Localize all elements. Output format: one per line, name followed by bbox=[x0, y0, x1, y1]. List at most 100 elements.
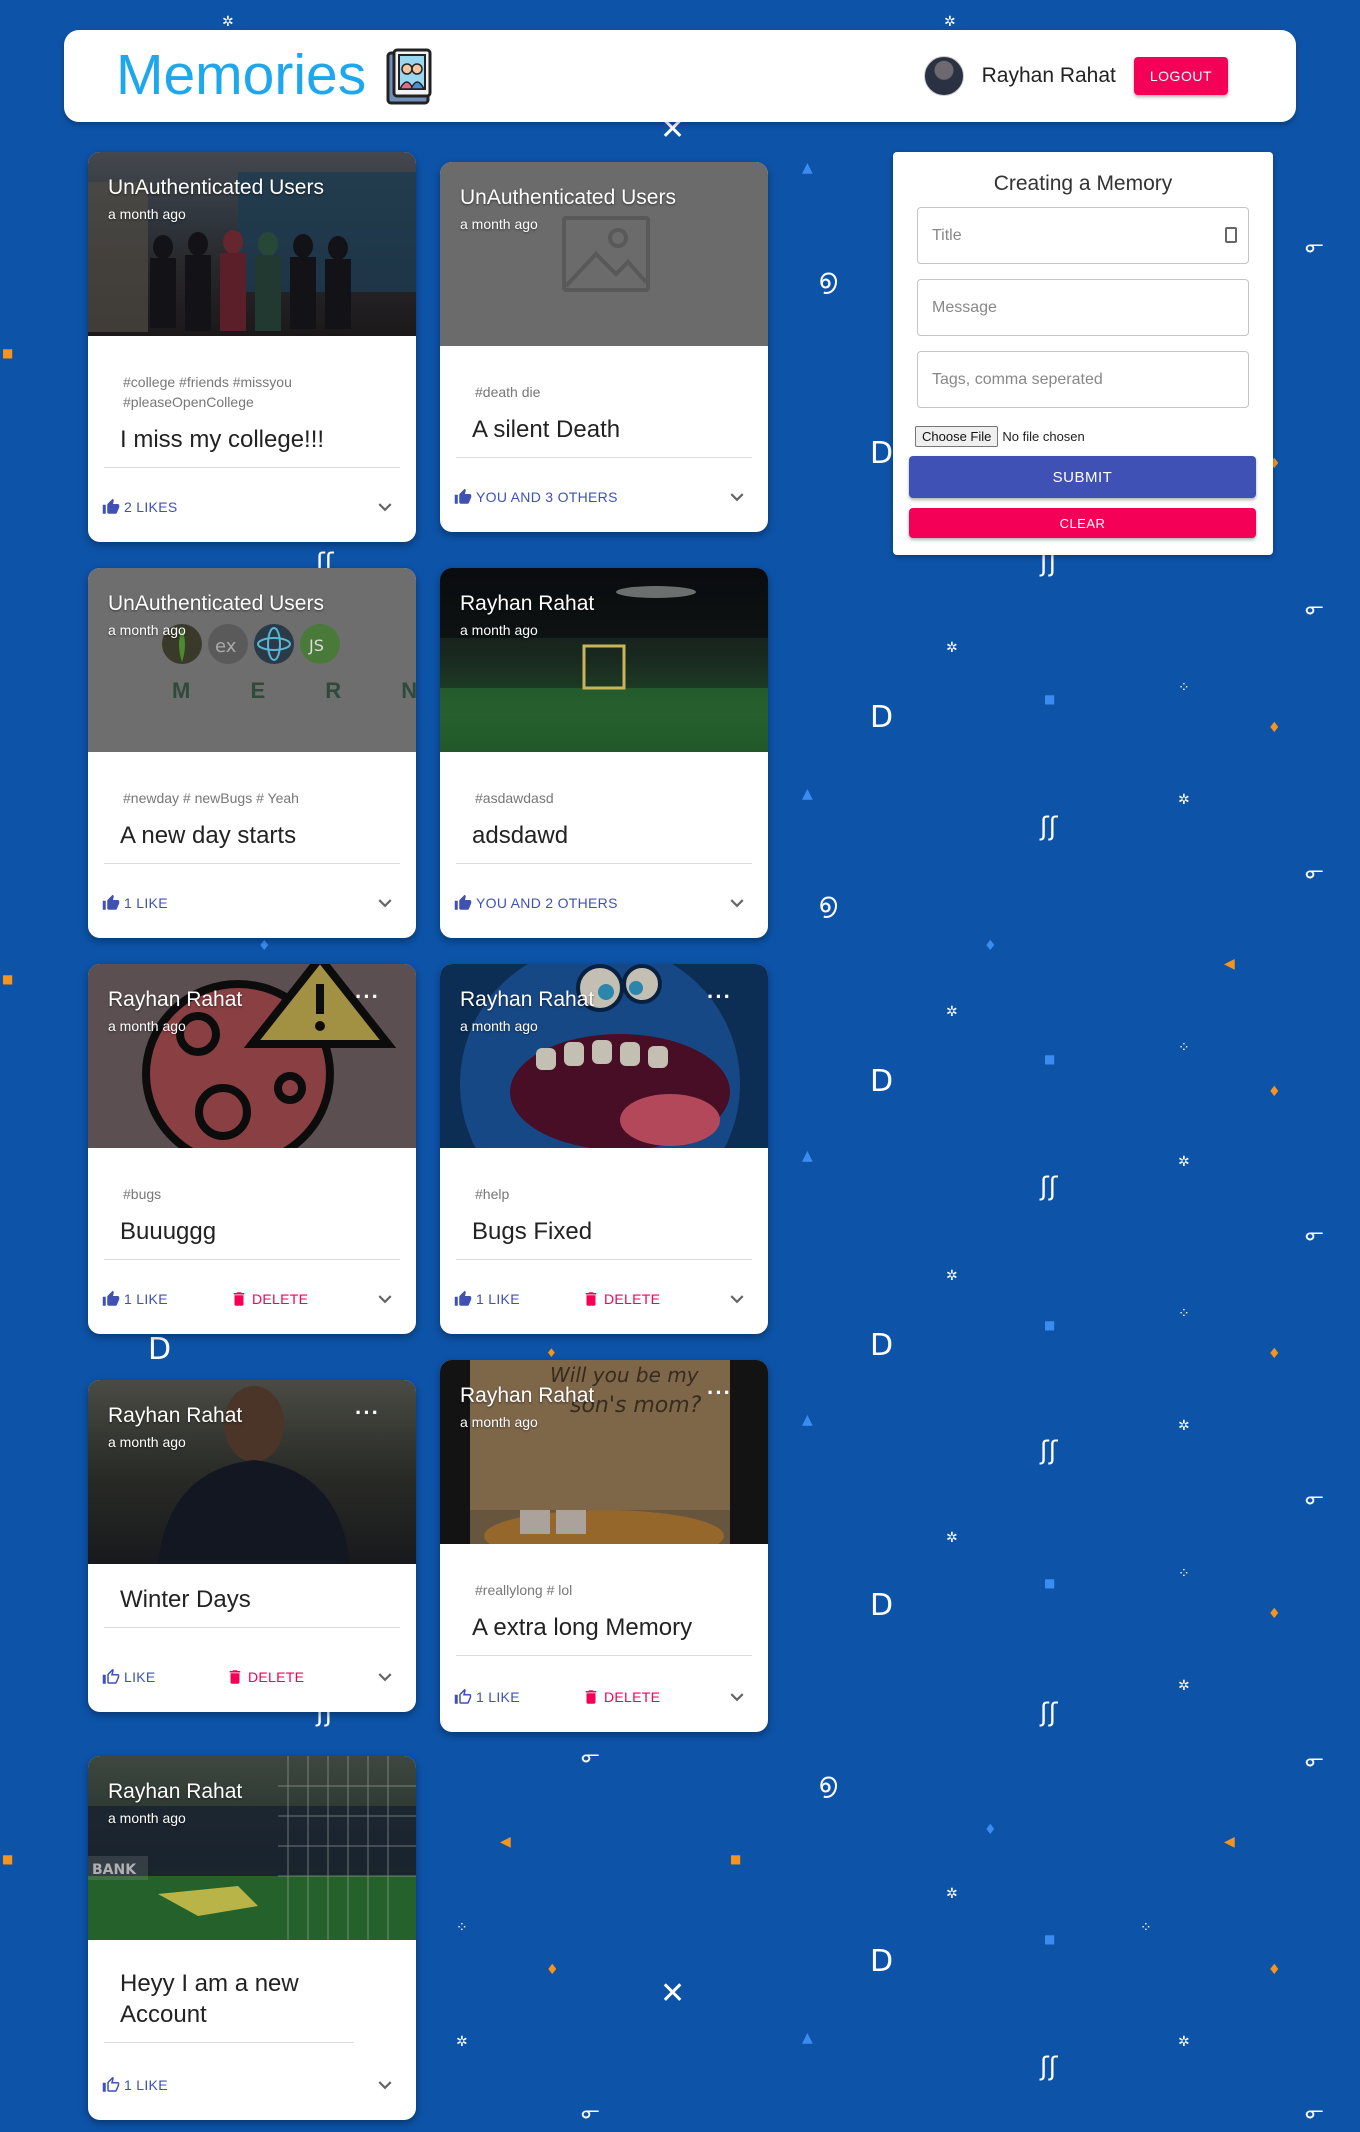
delete-button[interactable]: DELETE bbox=[226, 1668, 304, 1686]
card-time: a month ago bbox=[108, 1018, 186, 1034]
delete-button[interactable]: DELETE bbox=[582, 1290, 660, 1308]
delete-label: DELETE bbox=[252, 1291, 309, 1307]
expand-more-icon[interactable] bbox=[372, 1664, 398, 1690]
like-button[interactable]: 1 LIKE bbox=[102, 2076, 168, 2094]
expand-more-icon[interactable] bbox=[372, 890, 398, 916]
message-input[interactable] bbox=[917, 279, 1249, 336]
expand-more-icon[interactable] bbox=[724, 890, 750, 916]
like-count: 1 LIKE bbox=[124, 1291, 168, 1307]
memory-card: Rayhan Rahat a month ago ··· Winter Days… bbox=[88, 1380, 416, 1712]
card-tags: #asdawdasd bbox=[475, 790, 554, 806]
app-bar: Memories Rayhan Rahat LOGOUT bbox=[64, 30, 1296, 122]
thumb-up-outline-icon bbox=[454, 1688, 472, 1706]
card-media: Rayhan Rahat a month ago bbox=[440, 568, 768, 752]
memories-logo-icon bbox=[384, 47, 432, 105]
card-author: UnAuthenticated Users bbox=[460, 186, 676, 209]
delete-button[interactable]: DELETE bbox=[230, 1290, 308, 1308]
card-tags: #bugs bbox=[123, 1186, 162, 1202]
choose-file-button[interactable]: Choose File bbox=[915, 426, 999, 447]
memory-card: ex JS M E R N UnAuthenticated Users a mo… bbox=[88, 568, 416, 938]
like-button[interactable]: YOU AND 2 OTHERS bbox=[454, 894, 618, 912]
thumb-up-outline-icon bbox=[102, 2076, 120, 2094]
brand: Memories bbox=[116, 42, 432, 108]
thumb-up-icon bbox=[454, 488, 472, 506]
card-title: Buuuggg bbox=[104, 1212, 400, 1260]
card-actions: 1 LIKE DELETE bbox=[88, 1262, 416, 1334]
expand-more-icon[interactable] bbox=[372, 2072, 398, 2098]
expand-more-icon[interactable] bbox=[724, 1684, 750, 1710]
expand-more-icon[interactable] bbox=[724, 484, 750, 510]
card-title: Heyy I am a new Account bbox=[104, 1964, 354, 2043]
memory-card: BANK Rayhan Rahat a month ago Heyy I am … bbox=[88, 1756, 416, 2120]
tags-input[interactable] bbox=[917, 351, 1249, 408]
card-time: a month ago bbox=[460, 216, 538, 232]
expand-more-icon[interactable] bbox=[372, 494, 398, 520]
clear-button[interactable]: CLEAR bbox=[909, 508, 1256, 538]
like-button[interactable]: 1 LIKE bbox=[102, 1290, 168, 1308]
card-actions: YOU AND 3 OTHERS bbox=[440, 460, 768, 532]
card-media: UnAuthenticated Users a month ago bbox=[88, 152, 416, 336]
card-media: ex JS M E R N UnAuthenticated Users a mo… bbox=[88, 568, 416, 752]
like-button[interactable]: 2 LIKES bbox=[102, 498, 177, 516]
card-time: a month ago bbox=[108, 622, 186, 638]
card-actions: 1 LIKE DELETE bbox=[440, 1262, 768, 1334]
avatar[interactable] bbox=[923, 56, 964, 96]
card-author: UnAuthenticated Users bbox=[108, 176, 324, 199]
more-horiz-icon[interactable]: ··· bbox=[707, 1380, 732, 1406]
card-author: Rayhan Rahat bbox=[460, 988, 595, 1011]
like-button[interactable]: 1 LIKE bbox=[454, 1688, 520, 1706]
like-button[interactable]: YOU AND 3 OTHERS bbox=[454, 488, 618, 506]
memory-card: UnAuthenticated Users a month ago #death… bbox=[440, 162, 768, 532]
expand-more-icon[interactable] bbox=[372, 1286, 398, 1312]
user-name: Rayhan Rahat bbox=[981, 64, 1116, 87]
delete-label: DELETE bbox=[248, 1669, 305, 1685]
like-button[interactable]: 1 LIKE bbox=[102, 894, 168, 912]
like-count: LIKE bbox=[124, 1669, 156, 1685]
thumb-up-icon bbox=[102, 498, 120, 516]
thumb-up-outline-icon bbox=[102, 1668, 120, 1686]
thumb-up-icon bbox=[454, 1290, 472, 1308]
app-title[interactable]: Memories bbox=[116, 42, 366, 108]
card-tags: #help bbox=[475, 1186, 510, 1202]
title-input[interactable] bbox=[917, 207, 1249, 264]
create-memory-form: Creating a Memory Choose File No file ch… bbox=[893, 152, 1273, 555]
like-count: 1 LIKE bbox=[124, 2077, 168, 2093]
card-time: a month ago bbox=[460, 1018, 538, 1034]
card-author: Rayhan Rahat bbox=[460, 592, 595, 615]
memory-card: Rayhan Rahat a month ago ··· #bugs Buuug… bbox=[88, 964, 416, 1334]
card-author: Rayhan Rahat bbox=[460, 1384, 595, 1407]
thumb-up-icon bbox=[454, 894, 472, 912]
like-count: 2 LIKES bbox=[124, 499, 178, 515]
expand-more-icon[interactable] bbox=[724, 1286, 750, 1312]
mern-label: M E R N bbox=[172, 678, 416, 703]
user-area: Rayhan Rahat LOGOUT bbox=[923, 56, 1228, 96]
card-title: A extra long Memory bbox=[456, 1608, 752, 1656]
like-button[interactable]: 1 LIKE bbox=[454, 1290, 520, 1308]
memory-card: UnAuthenticated Users a month ago #colle… bbox=[88, 152, 416, 542]
card-media: Will you be my son's mom? Rayhan Rahat a… bbox=[440, 1360, 768, 1544]
logout-button[interactable]: LOGOUT bbox=[1133, 57, 1228, 95]
like-count: 1 LIKE bbox=[124, 895, 168, 911]
card-actions: 2 LIKES bbox=[88, 470, 416, 542]
delete-label: DELETE bbox=[604, 1689, 661, 1705]
more-horiz-icon[interactable]: ··· bbox=[707, 984, 732, 1010]
delete-button[interactable]: DELETE bbox=[582, 1688, 660, 1706]
card-actions: 1 LIKE bbox=[88, 2048, 416, 2120]
svg-text:ex: ex bbox=[215, 636, 237, 657]
more-horiz-icon[interactable]: ··· bbox=[355, 1400, 380, 1426]
card-tags: #college #friends #missyou #pleaseOpenCo… bbox=[123, 374, 292, 410]
card-time: a month ago bbox=[108, 1810, 186, 1826]
card-actions: 1 LIKE bbox=[88, 866, 416, 938]
card-title: A new day starts bbox=[104, 816, 400, 864]
thumb-up-icon bbox=[102, 894, 120, 912]
card-tags: #reallylong # lol bbox=[475, 1582, 573, 1598]
form-heading: Creating a Memory bbox=[993, 172, 1173, 195]
card-author: UnAuthenticated Users bbox=[108, 592, 324, 615]
more-horiz-icon[interactable]: ··· bbox=[355, 984, 380, 1010]
submit-button[interactable]: SUBMIT bbox=[909, 456, 1256, 498]
like-button[interactable]: LIKE bbox=[102, 1668, 156, 1686]
card-tags: #newday # newBugs # Yeah bbox=[123, 790, 299, 806]
trash-icon bbox=[230, 1290, 248, 1308]
file-status: No file chosen bbox=[1002, 429, 1085, 444]
card-media: UnAuthenticated Users a month ago bbox=[440, 162, 768, 346]
